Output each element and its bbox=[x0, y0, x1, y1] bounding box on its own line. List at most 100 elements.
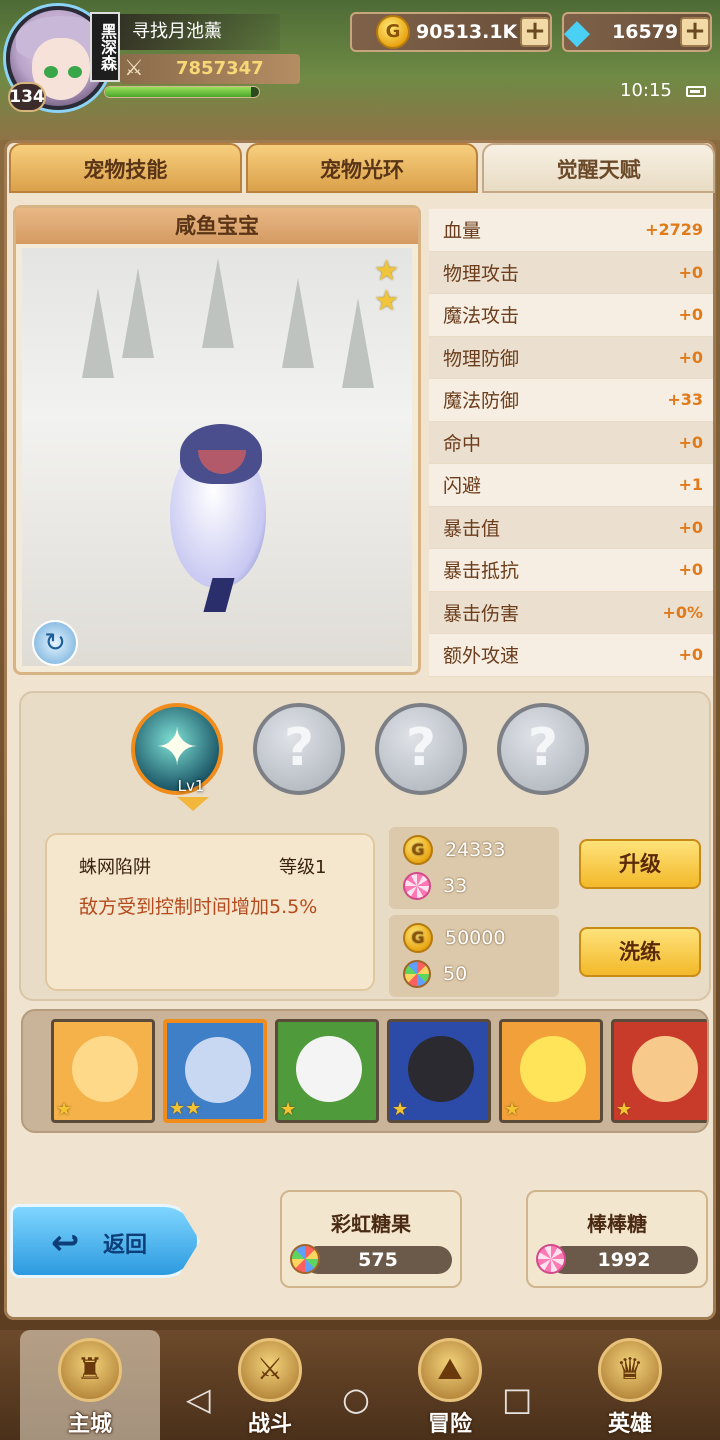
skill-area: ✦ Lv1 ? ? ? 蛛网陷阱 等级1 敌方受到控制时间增加5.5% G 24… bbox=[19, 691, 711, 1001]
stat-value: +0 bbox=[678, 645, 703, 665]
hp-bar-fill bbox=[105, 87, 252, 97]
stat-value: +0 bbox=[678, 305, 703, 325]
pet-card-lion-pet[interactable]: ★ bbox=[51, 1019, 155, 1123]
cat-pet-portrait bbox=[632, 1036, 698, 1102]
nav-hero[interactable]: ♛ 英雄 bbox=[560, 1330, 700, 1440]
tab-pet-aura[interactable]: 宠物光环 bbox=[245, 143, 479, 193]
stat-row: 血量 +2729 bbox=[429, 209, 713, 252]
stat-name: 暴击值 bbox=[443, 517, 501, 540]
combat-power: ⚔ 7857347 bbox=[120, 54, 300, 84]
refine-cost: G 50000 50 bbox=[389, 915, 559, 997]
nav-battle[interactable]: ⚔ 战斗 bbox=[200, 1330, 340, 1440]
pet-card-yellow-chick-pet[interactable]: ★ bbox=[499, 1019, 603, 1123]
stat-name: 暴击伤害 bbox=[443, 602, 520, 625]
upgrade-gold-value: 24333 bbox=[445, 839, 506, 861]
refine-candy-cost: 50 bbox=[403, 959, 467, 989]
back-button[interactable]: ↩ 返回 bbox=[10, 1204, 200, 1278]
gold-coin-icon: G bbox=[403, 835, 433, 865]
stat-name: 暴击抵抗 bbox=[443, 560, 520, 583]
status-clock: 10:15 bbox=[620, 80, 672, 101]
system-back-icon[interactable]: ◁ bbox=[186, 1380, 211, 1418]
stat-row: 魔法攻击 +0 bbox=[429, 294, 713, 337]
skill-level: 等级1 bbox=[279, 857, 327, 878]
crossed-swords-icon: ⚔ bbox=[238, 1338, 302, 1402]
skill-slot-locked-4[interactable]: ? bbox=[497, 703, 589, 795]
background-tree bbox=[282, 278, 314, 368]
skill-slot-locked-2[interactable]: ? bbox=[253, 703, 345, 795]
pet-card-cat-pet[interactable]: ★ bbox=[611, 1019, 707, 1123]
avatar-eye-left bbox=[44, 66, 58, 78]
yellow-chick-pet-portrait bbox=[520, 1036, 586, 1102]
lollipop-icon bbox=[403, 872, 431, 900]
stat-name: 物理防御 bbox=[443, 347, 520, 370]
background-tree bbox=[202, 258, 234, 348]
player-name: 寻找月池薰 bbox=[120, 14, 280, 50]
add-gold-button[interactable]: + bbox=[520, 17, 550, 47]
stat-row: 物理攻击 +0 bbox=[429, 251, 713, 294]
rotate-view-icon[interactable]: ↻ bbox=[32, 620, 78, 666]
stat-name: 血量 bbox=[443, 220, 482, 243]
refine-gold-value: 50000 bbox=[445, 927, 506, 949]
stat-name: 额外攻速 bbox=[443, 645, 520, 668]
background-tree bbox=[82, 288, 114, 378]
background-tree bbox=[122, 268, 154, 358]
skill-description: 敌方受到控制时间增加5.5% bbox=[79, 896, 318, 918]
battery-icon bbox=[686, 86, 706, 97]
selected-arrow-icon bbox=[177, 797, 209, 811]
lion-pet-portrait bbox=[72, 1036, 138, 1102]
system-home-icon[interactable]: ○ bbox=[342, 1380, 370, 1418]
nav-label: 冒险 bbox=[427, 1412, 472, 1437]
skill-detail: 蛛网陷阱 等级1 敌方受到控制时间增加5.5% bbox=[45, 833, 375, 991]
star-icon: ★ bbox=[280, 1099, 297, 1120]
stat-value: +1 bbox=[678, 475, 703, 495]
stat-value: +0% bbox=[662, 602, 703, 622]
upgrade-gold-cost: G 24333 bbox=[403, 835, 505, 865]
nav-main-city[interactable]: ♜ 主城 bbox=[20, 1330, 160, 1440]
refine-candy-value: 50 bbox=[443, 963, 468, 985]
skill-slot-locked-3[interactable]: ? bbox=[375, 703, 467, 795]
black-dragon-pet-portrait bbox=[408, 1036, 474, 1102]
add-gems-button[interactable]: + bbox=[680, 17, 710, 47]
tab-pet-skill[interactable]: 宠物技能 bbox=[9, 143, 242, 193]
stat-name: 魔法攻击 bbox=[443, 305, 520, 328]
stat-name: 闪避 bbox=[443, 475, 482, 498]
top-bar: 134 黑深森 寻找月池薰 ⚔ 7857347 G 90513.1K + ◆ 1… bbox=[0, 0, 720, 140]
system-recents-icon[interactable]: □ bbox=[502, 1380, 532, 1418]
pet-selector: ★ ★★ ★ ★ ★ ★ bbox=[21, 1009, 709, 1133]
upgrade-cost: G 24333 33 bbox=[389, 827, 559, 909]
pet-card-salted-fish-pet[interactable]: ★★ bbox=[163, 1019, 267, 1123]
player-level-badge: 134 bbox=[8, 82, 46, 112]
lollipop-count: 1992 bbox=[550, 1246, 698, 1274]
gem-amount: 16579 bbox=[612, 21, 679, 43]
avatar-eye-right bbox=[68, 66, 82, 78]
stat-row: 物理防御 +0 bbox=[429, 336, 713, 379]
star-icon: ★ bbox=[56, 1099, 73, 1120]
stat-name: 物理攻击 bbox=[443, 262, 520, 285]
crossed-swords-icon: ⚔ bbox=[124, 56, 144, 81]
nav-label: 英雄 bbox=[607, 1412, 652, 1437]
gold-amount: 90513.1K bbox=[416, 21, 518, 43]
pet-card-black-dragon-pet[interactable]: ★ bbox=[387, 1019, 491, 1123]
tab-awaken-talent[interactable]: 觉醒天赋 bbox=[482, 143, 716, 193]
nav-label: 主城 bbox=[67, 1412, 112, 1437]
refine-gold-cost: G 50000 bbox=[403, 923, 505, 953]
rainbow-candy-icon bbox=[403, 960, 431, 988]
diamond-icon: ◆ bbox=[563, 12, 591, 52]
stat-row: 闪避 +1 bbox=[429, 464, 713, 507]
map-icon: ⛰ bbox=[418, 1338, 482, 1402]
stat-value: +0 bbox=[678, 560, 703, 580]
stat-name: 命中 bbox=[443, 432, 482, 455]
lollipop-icon bbox=[536, 1244, 566, 1274]
stat-value: +2729 bbox=[645, 220, 703, 240]
upgrade-candy-cost: 33 bbox=[403, 871, 467, 901]
refine-button[interactable]: 洗练 bbox=[579, 927, 701, 977]
castle-icon: ♜ bbox=[58, 1338, 122, 1402]
nav-adventure[interactable]: ⛰ 冒险 bbox=[380, 1330, 520, 1440]
star-icon: ★★ bbox=[169, 1098, 202, 1119]
hero-helmet-icon: ♛ bbox=[598, 1338, 662, 1402]
pet-scene: ★ ★ ↻ bbox=[22, 248, 412, 666]
rainbow-candy-label: 彩虹糖果 bbox=[331, 1212, 411, 1236]
pet-card-panda-pet[interactable]: ★ bbox=[275, 1019, 379, 1123]
rainbow-candy-count: 575 bbox=[304, 1246, 452, 1274]
upgrade-button[interactable]: 升级 bbox=[579, 839, 701, 889]
